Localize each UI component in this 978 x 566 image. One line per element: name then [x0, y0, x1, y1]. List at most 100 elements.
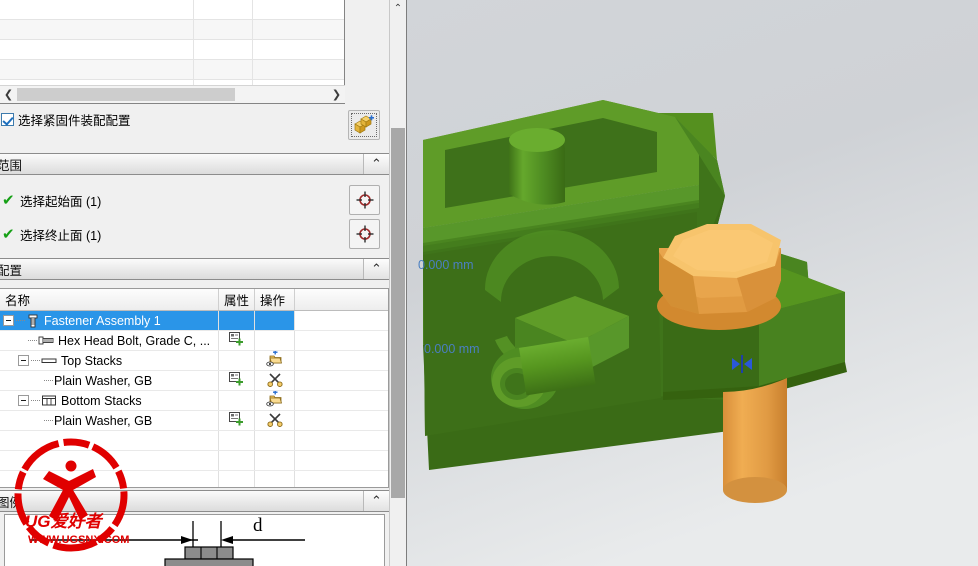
tree-cell-operations[interactable]	[255, 431, 295, 450]
tree-cell-name[interactable]: Top Stacks	[0, 351, 219, 370]
tree-row-plain-washer-bottom[interactable]: Plain Washer, GB	[0, 411, 388, 431]
select-start-face-button[interactable]	[349, 185, 380, 215]
hscroll-track[interactable]	[17, 86, 328, 103]
add-component-button[interactable]	[348, 110, 380, 140]
collapse-expander-icon[interactable]	[18, 395, 29, 406]
tree-cell-operations[interactable]	[255, 350, 295, 370]
collapse-expander-icon[interactable]	[3, 315, 14, 326]
add-folder-icon[interactable]	[266, 390, 283, 410]
select-fastener-config-checkbox[interactable]: 选择紧固件装配配置	[1, 110, 131, 129]
tree-item-label: Bottom Stacks	[61, 393, 142, 408]
upper-parameter-table[interactable]: ❮ ❯	[0, 0, 345, 104]
bottom-stack-icon	[41, 394, 57, 408]
tree-connector	[31, 400, 40, 401]
tree-cell-operations[interactable]	[255, 390, 295, 410]
fastener-stack-tree[interactable]: 名称 属性 操作 Fastener Assembly 1 Hex Head Bo…	[0, 288, 389, 488]
table-row[interactable]	[0, 40, 344, 60]
scroll-right-icon[interactable]: ❯	[328, 86, 345, 103]
table-row[interactable]	[0, 0, 344, 20]
add-component-icon	[351, 113, 377, 137]
tree-cell-properties[interactable]	[219, 391, 255, 410]
tree-cell-properties[interactable]	[219, 431, 255, 450]
panel-vertical-scrollbar[interactable]: ⌃	[389, 0, 405, 566]
cut-icon[interactable]	[266, 411, 283, 430]
section-header-config[interactable]: 配置 ⌃	[0, 258, 389, 280]
cut-icon[interactable]	[266, 371, 283, 390]
select-end-face-label: 选择终止面 (1)	[20, 228, 102, 243]
tree-cell-spacer	[295, 391, 388, 410]
tree-cell-name[interactable]: Plain Washer, GB	[0, 371, 219, 390]
3d-viewport[interactable]: 0.000 mm 0.000 mm	[406, 0, 978, 566]
tree-cell-spacer	[295, 311, 388, 330]
tree-cell-properties[interactable]	[219, 411, 255, 430]
select-end-face-row[interactable]: ✔ 选择终止面 (1)	[0, 217, 389, 251]
chevron-up-icon[interactable]: ⌃	[363, 259, 389, 279]
add-folder-icon[interactable]	[266, 350, 283, 370]
tree-cell-name[interactable]: Bottom Stacks	[0, 391, 219, 410]
tree-cell-name[interactable]: Hex Head Bolt, Grade C, ...	[0, 331, 219, 350]
properties-icon[interactable]	[229, 411, 244, 430]
tree-row-fastener-assembly[interactable]: Fastener Assembly 1	[0, 311, 388, 331]
scroll-up-icon[interactable]: ⌃	[390, 0, 406, 17]
tree-header-row: 名称 属性 操作	[0, 289, 388, 311]
tree-cell-properties[interactable]	[219, 351, 255, 370]
tree-connector	[28, 340, 37, 341]
column-header-operations[interactable]: 操作	[255, 289, 295, 310]
column-header-spacer	[295, 289, 388, 310]
tree-item-label: Hex Head Bolt, Grade C, ...	[58, 333, 211, 348]
section-title: 图例	[0, 495, 23, 510]
tree-cell-operations[interactable]	[255, 371, 295, 390]
tree-item-label: Plain Washer, GB	[54, 373, 153, 388]
table-row[interactable]	[0, 20, 344, 40]
tree-row-top-stacks[interactable]: Top Stacks	[0, 350, 388, 371]
chevron-up-icon[interactable]: ⌃	[363, 491, 389, 511]
tree-cell-name[interactable]	[0, 431, 219, 450]
select-end-face-button[interactable]	[349, 219, 380, 249]
tree-cell-operations[interactable]	[255, 471, 295, 487]
tree-cell-operations[interactable]	[255, 311, 295, 330]
3d-model-scene	[407, 0, 978, 566]
properties-icon[interactable]	[229, 371, 244, 390]
tree-row-empty[interactable]	[0, 471, 388, 487]
hscroll-thumb[interactable]	[17, 88, 235, 101]
status-check-icon: ✔	[2, 224, 15, 243]
tree-row-bottom-stacks[interactable]: Bottom Stacks	[0, 390, 388, 411]
collapse-expander-icon[interactable]	[18, 355, 29, 366]
tree-cell-name[interactable]	[0, 451, 219, 470]
tree-cell-spacer	[295, 331, 388, 350]
vscroll-thumb[interactable]	[391, 128, 405, 498]
column-header-properties[interactable]: 属性	[219, 289, 255, 310]
tree-cell-properties[interactable]	[219, 451, 255, 470]
tree-cell-properties[interactable]	[219, 471, 255, 487]
table-horizontal-scrollbar[interactable]: ❮ ❯	[0, 85, 345, 103]
section-header-legend[interactable]: 图例 ⌃	[0, 490, 389, 512]
tree-cell-name[interactable]	[0, 471, 219, 487]
tree-row-hex-head-bolt[interactable]: Hex Head Bolt, Grade C, ...	[0, 331, 388, 351]
scroll-left-icon[interactable]: ❮	[0, 86, 17, 103]
tree-cell-properties[interactable]	[219, 311, 255, 330]
column-header-name[interactable]: 名称	[0, 289, 219, 310]
tree-cell-operations[interactable]	[255, 331, 295, 350]
select-start-face-row[interactable]: ✔ 选择起始面 (1)	[0, 183, 389, 217]
tree-row-empty[interactable]	[0, 431, 388, 451]
fastener-assembly-dialog: ❮ ❯ 选择紧固件装配配置 范围 ⌃ ✔ 选择起始面 (1) ✔ 选择终止面 (…	[0, 0, 389, 566]
properties-icon[interactable]	[229, 331, 244, 350]
tree-cell-properties[interactable]	[219, 371, 255, 390]
legend-diagram-panel: d	[4, 514, 385, 566]
tree-cell-name[interactable]: Fastener Assembly 1	[0, 311, 219, 330]
section-title: 范围	[0, 158, 23, 173]
tree-cell-spacer	[295, 431, 388, 450]
tree-cell-properties[interactable]	[219, 331, 255, 350]
fastener-assembly-icon	[26, 314, 40, 328]
table-row[interactable]	[0, 60, 344, 80]
checkbox-box[interactable]	[1, 113, 14, 126]
tree-cell-name[interactable]: Plain Washer, GB	[0, 411, 219, 430]
chevron-up-icon[interactable]: ⌃	[363, 154, 389, 174]
tree-cell-operations[interactable]	[255, 411, 295, 430]
tree-cell-operations[interactable]	[255, 451, 295, 470]
tree-cell-spacer	[295, 371, 388, 390]
section-header-scope[interactable]: 范围 ⌃	[0, 153, 389, 175]
tree-row-empty[interactable]	[0, 451, 388, 471]
legend-dimension-label: d	[253, 515, 263, 536]
tree-row-plain-washer-top[interactable]: Plain Washer, GB	[0, 371, 388, 391]
